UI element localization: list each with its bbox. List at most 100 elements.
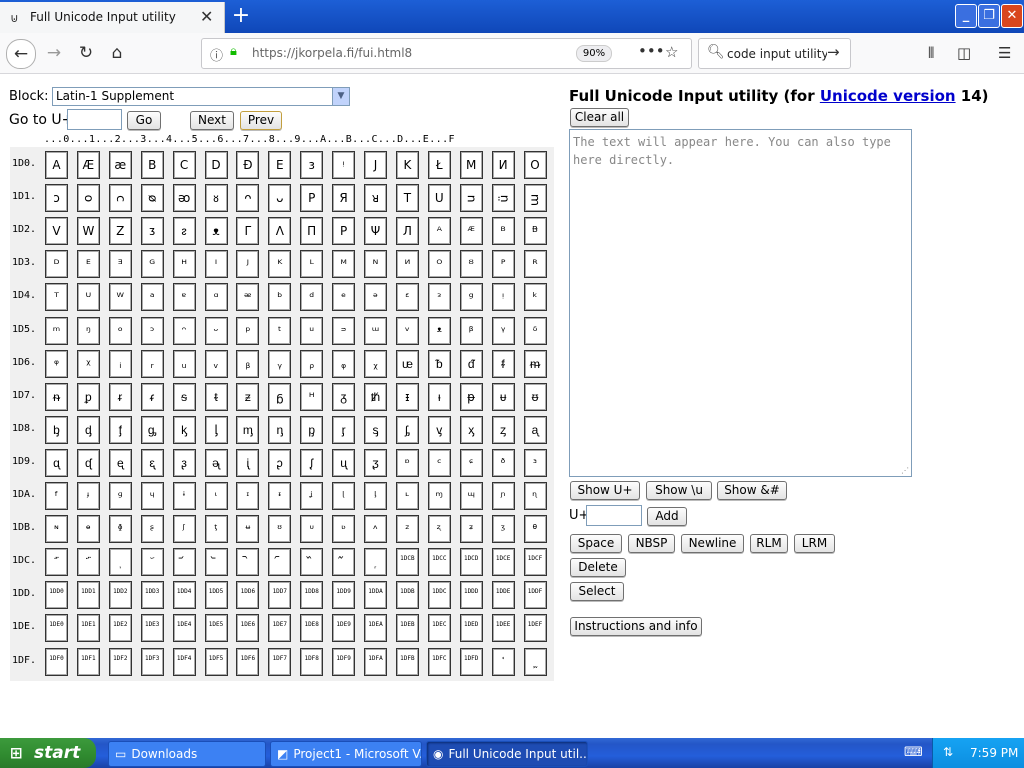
char-cell[interactable]: ᵨ [300, 349, 324, 378]
char-cell[interactable]: 1DF7 [268, 647, 292, 676]
char-cell[interactable]: ᵋ [395, 283, 419, 312]
char-cell[interactable]: ᶡ [76, 482, 100, 510]
char-cell[interactable]: ᶱ [76, 515, 100, 544]
char-cell[interactable]: ᵀ [45, 283, 68, 312]
char-cell[interactable]: ᴗ [268, 184, 292, 213]
page-actions-icon[interactable]: ••• [638, 42, 665, 60]
char-cell[interactable]: ᴹ [332, 250, 356, 279]
char-cell[interactable]: ᷉ [332, 548, 356, 577]
keyboard-icon[interactable]: ⌨ [904, 745, 923, 760]
char-cell[interactable]: Đ [236, 151, 260, 179]
search-bar[interactable]: 🔍︎ code input utility → [698, 38, 851, 69]
char-cell[interactable]: ᵎ [491, 283, 515, 312]
char-cell[interactable]: 1DE7 [268, 614, 292, 643]
char-cell[interactable]: æ [108, 151, 132, 179]
char-cell[interactable]: 1DD5 [204, 581, 228, 610]
char-cell[interactable]: V [45, 217, 68, 246]
char-cell[interactable]: ᵇ [268, 283, 292, 312]
char-cell[interactable]: P [300, 184, 324, 213]
char-cell[interactable]: 1DF6 [236, 647, 260, 676]
start-button[interactable]: ⊞ start [0, 738, 96, 768]
char-cell[interactable]: 1DE9 [332, 614, 356, 643]
lrm-button[interactable]: LRM [794, 534, 835, 553]
char-cell[interactable]: 1DE4 [172, 614, 196, 643]
char-cell[interactable]: ᵃ [140, 283, 164, 312]
char-cell[interactable]: ᷿ [523, 647, 547, 676]
char-cell[interactable]: 1DDA [364, 581, 387, 610]
char-cell[interactable]: E [268, 151, 292, 179]
char-cell[interactable]: ᴐ [45, 184, 68, 213]
char-cell[interactable]: ᷈ [300, 548, 324, 577]
char-cell[interactable]: ᶹ [332, 515, 356, 544]
taskbar-item-firefox[interactable]: ◉ Full Unicode Input util... [426, 741, 588, 767]
char-cell[interactable]: ᵄ [172, 283, 196, 312]
go-button[interactable]: Go [127, 111, 161, 130]
add-code-input[interactable] [586, 505, 642, 526]
char-cell[interactable]: ᴰ [45, 250, 68, 279]
char-cell[interactable]: ᶲ [108, 515, 132, 544]
char-cell[interactable]: ᵤ [172, 349, 196, 378]
char-cell[interactable]: ᷇ [268, 548, 292, 577]
char-cell[interactable]: K [395, 151, 419, 179]
char-cell[interactable]: ᶍ [459, 415, 483, 444]
char-cell[interactable]: ᶧ [268, 482, 292, 510]
char-cell[interactable]: ᶃ [140, 415, 164, 444]
char-cell[interactable]: ᶮ [491, 482, 515, 510]
forward-arrow-icon[interactable]: → [40, 39, 68, 67]
char-cell[interactable]: ᴕ [204, 184, 228, 213]
char-cell[interactable]: B [140, 151, 164, 179]
char-cell[interactable]: ᵂ [108, 283, 132, 312]
rlm-button[interactable]: RLM [750, 534, 788, 553]
char-cell[interactable]: ᵖ [236, 316, 260, 345]
zoom-badge[interactable]: 90% [576, 45, 612, 62]
char-cell[interactable]: ᶗ [268, 448, 292, 477]
char-cell[interactable]: ᷀ [45, 548, 68, 577]
char-cell[interactable]: 1DD9 [332, 581, 356, 610]
show-u-plus-button[interactable]: Show U+ [570, 481, 640, 500]
char-cell[interactable]: ᶽ [459, 515, 483, 544]
char-cell[interactable]: ᶬ [427, 482, 451, 510]
next-button[interactable]: Next [190, 111, 234, 130]
char-cell[interactable]: ᵌ [427, 283, 451, 312]
char-cell[interactable]: ᴭ [459, 217, 483, 246]
tab-active[interactable]: ⊍ Full Unicode Input utility ✕ [0, 2, 225, 33]
char-cell[interactable]: ᶨ [300, 482, 324, 510]
char-cell[interactable]: ᶠ [45, 482, 68, 510]
char-cell[interactable]: ᵪ [364, 349, 387, 378]
home-icon[interactable]: ⌂ [103, 39, 131, 67]
char-cell[interactable]: ᵚ [364, 316, 387, 345]
char-cell[interactable]: ᶩ [332, 482, 356, 510]
char-cell[interactable]: 1DEA [364, 614, 387, 643]
char-cell[interactable]: 1DE1 [76, 614, 100, 643]
lock-icon[interactable]: 🔒︎ [230, 44, 237, 59]
char-cell[interactable]: 1DE8 [300, 614, 324, 643]
char-cell[interactable]: ᵭ [459, 349, 483, 378]
char-cell[interactable]: O [523, 151, 547, 179]
char-cell[interactable]: ᵲ [108, 382, 132, 411]
char-cell[interactable]: ᶫ [395, 482, 419, 510]
char-cell[interactable]: ᷁ [76, 548, 100, 577]
unicode-version-link[interactable]: Unicode version [820, 87, 956, 105]
char-cell[interactable]: ᵵ [204, 382, 228, 411]
char-cell[interactable]: ᴒ [108, 184, 132, 213]
instructions-button[interactable]: Instructions and info [570, 617, 702, 636]
char-cell[interactable]: ᶟ [523, 448, 547, 477]
char-cell[interactable]: 1DF8 [300, 647, 324, 676]
char-cell[interactable]: ᶌ [427, 415, 451, 444]
char-cell[interactable]: 1DCF [523, 548, 547, 577]
char-cell[interactable]: ᴱ [76, 250, 100, 279]
reload-icon[interactable]: ↻ [72, 39, 100, 67]
select-button[interactable]: Select [570, 582, 624, 601]
char-cell[interactable]: ᴲ [108, 250, 132, 279]
newline-button[interactable]: Newline [681, 534, 744, 553]
char-cell[interactable]: 1DF5 [204, 647, 228, 676]
char-cell[interactable]: ᶯ [523, 482, 547, 510]
char-cell[interactable]: 1DF2 [108, 647, 132, 676]
char-cell[interactable]: ᷃ [140, 548, 164, 577]
char-cell[interactable]: ᷆ [236, 548, 260, 577]
char-cell[interactable]: W [76, 217, 100, 246]
char-cell[interactable]: ᴷ [268, 250, 292, 279]
char-cell[interactable]: 1DFA [364, 647, 387, 676]
char-cell[interactable]: ᶈ [300, 415, 324, 444]
char-cell[interactable]: 1DF0 [45, 647, 68, 676]
